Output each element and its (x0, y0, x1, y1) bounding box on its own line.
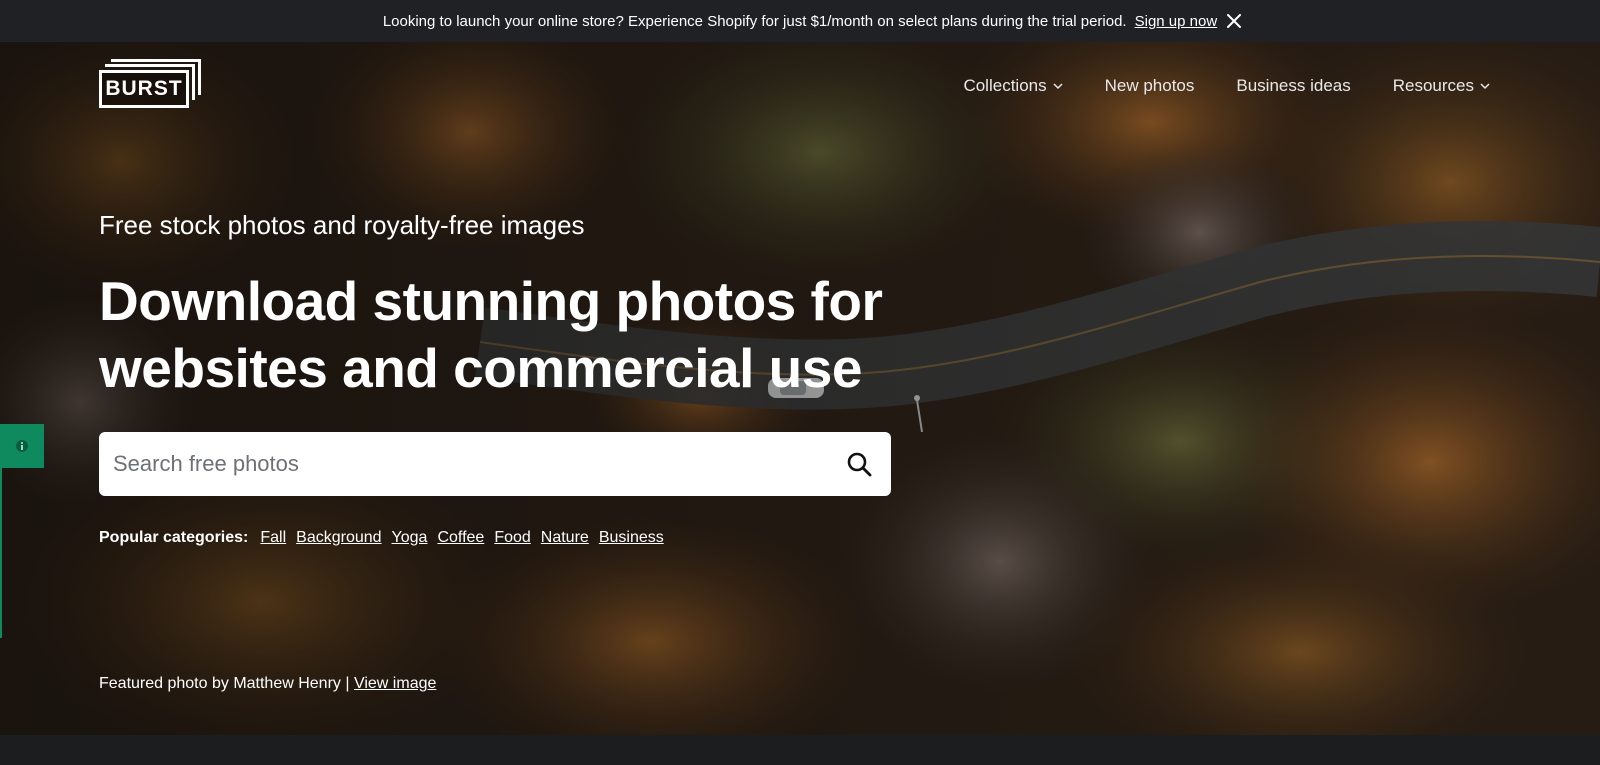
nav-resources[interactable]: Resources (1393, 76, 1490, 96)
announcement-message: Looking to launch your online store? Exp… (382, 12, 1127, 30)
category-link-fall[interactable]: Fall (260, 529, 286, 547)
nav-business-ideas[interactable]: Business ideas (1236, 76, 1350, 96)
search-icon (847, 452, 872, 477)
nav-collections-label: Collections (963, 76, 1047, 95)
search-input[interactable] (99, 432, 827, 496)
chevron-down-icon (1053, 83, 1063, 90)
info-icon (16, 440, 28, 452)
nav-business-ideas-label: Business ideas (1236, 76, 1351, 95)
category-link-nature[interactable]: Nature (541, 529, 589, 547)
sign-up-link[interactable]: Sign up now (1135, 13, 1218, 30)
nav-new-photos[interactable]: New photos (1105, 76, 1195, 96)
category-link-food[interactable]: Food (494, 529, 530, 547)
burst-logo[interactable]: BURST (99, 59, 201, 110)
hero-tagline: Free stock photos and royalty-free image… (99, 210, 585, 240)
close-icon (1227, 14, 1241, 28)
popular-categories: Popular categories: Fall Background Yoga… (99, 529, 664, 547)
chevron-down-icon (1480, 83, 1490, 90)
category-link-coffee[interactable]: Coffee (437, 529, 484, 547)
featured-credit-text: Featured photo by Matthew Henry | (99, 675, 350, 692)
featured-photo-credit: Featured photo by Matthew Henry | View i… (99, 675, 436, 693)
view-image-link[interactable]: View image (354, 675, 436, 692)
popular-categories-label: Popular categories: (99, 529, 249, 546)
search-box (99, 432, 891, 496)
page-bottom-strip (0, 735, 1600, 765)
nav-new-photos-label: New photos (1104, 76, 1195, 95)
announcement-bar: Looking to launch your online store? Exp… (0, 0, 1600, 42)
search-button[interactable] (827, 432, 891, 496)
category-link-yoga[interactable]: Yoga (392, 529, 428, 547)
main-nav: Collections New photos Business ideas Re… (963, 76, 1490, 96)
hero-headline: Download stunning photos for websites an… (99, 270, 883, 399)
nav-collections[interactable]: Collections (963, 76, 1063, 96)
category-link-background[interactable]: Background (296, 529, 381, 547)
feedback-tab[interactable] (0, 424, 44, 468)
category-link-business[interactable]: Business (599, 529, 664, 547)
feedback-tab-edge (0, 468, 2, 638)
logo-text: BURST (99, 70, 189, 108)
nav-resources-label: Resources (1392, 76, 1474, 95)
hero-section: BURST Collections New photos Business id… (0, 42, 1600, 735)
close-announcement-button[interactable] (1222, 9, 1246, 33)
